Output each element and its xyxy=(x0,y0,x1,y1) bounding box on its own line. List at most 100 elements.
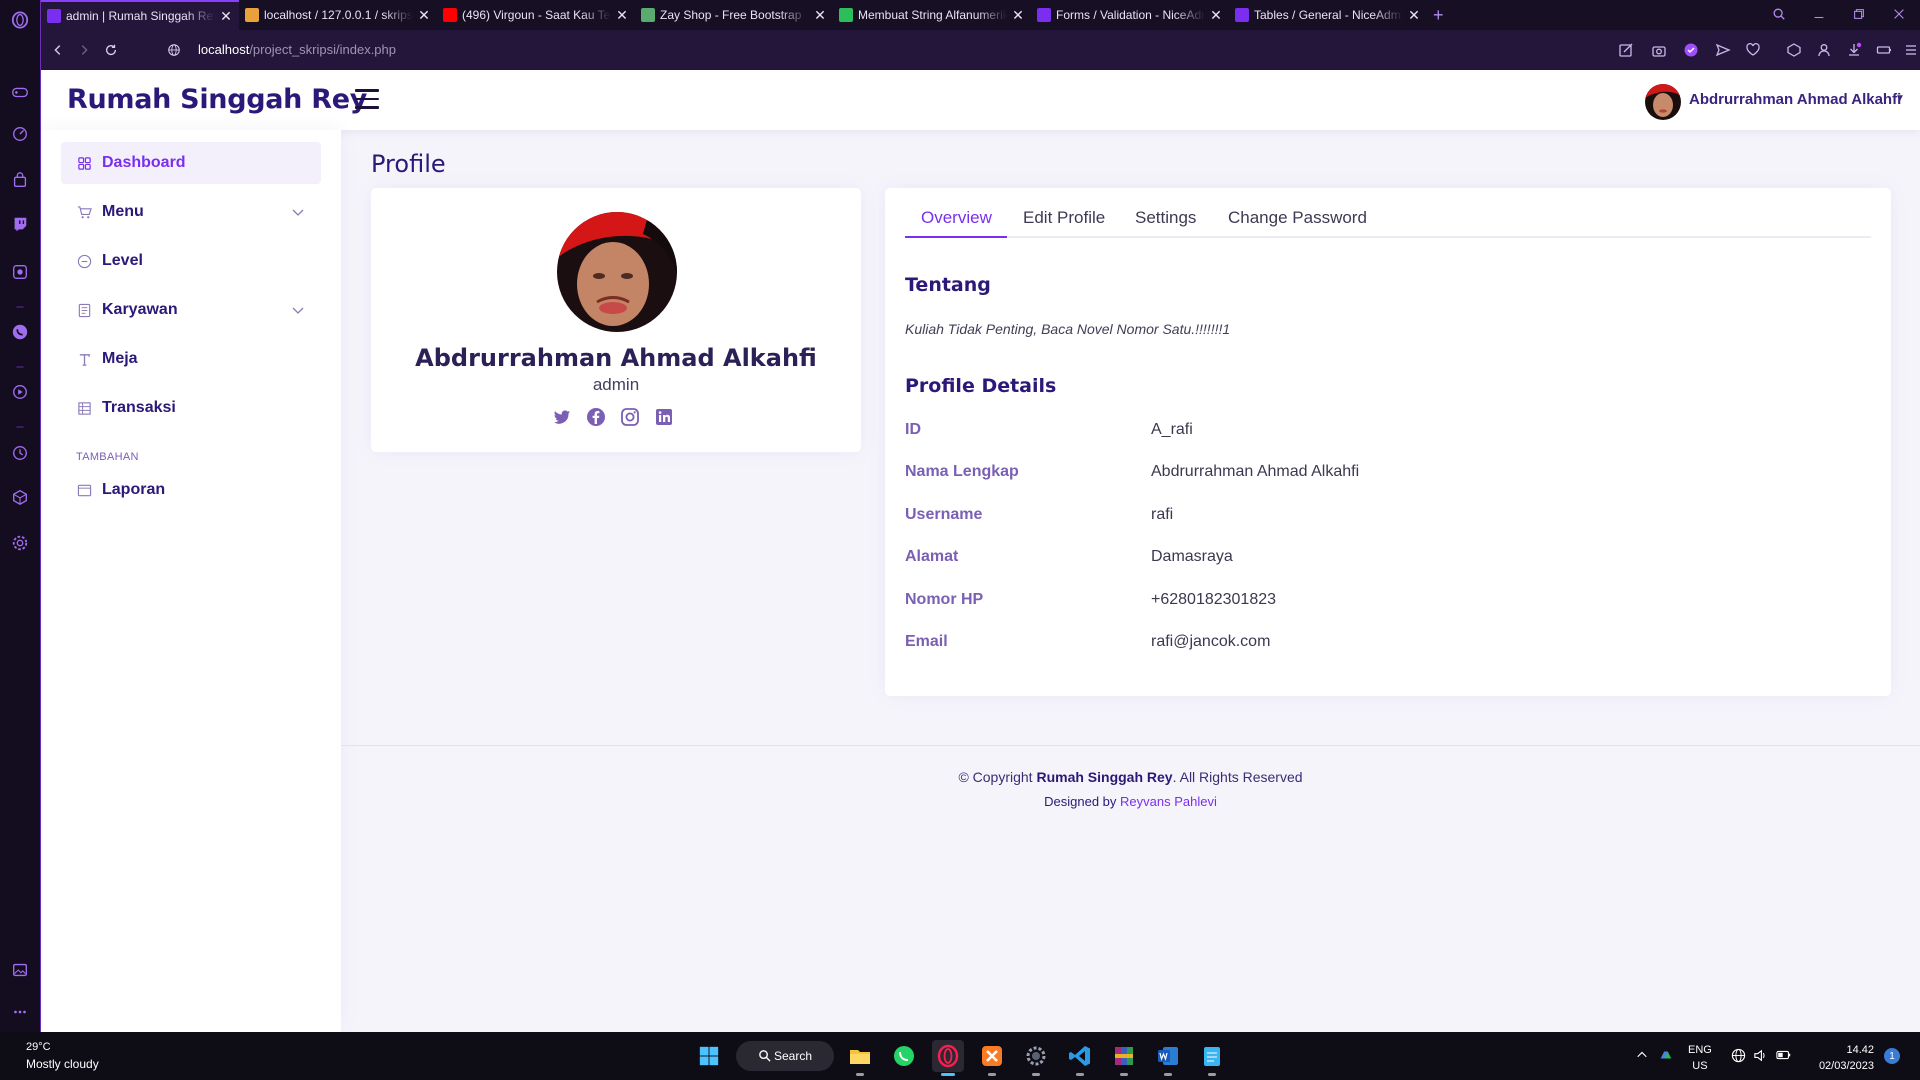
search-tabs-icon[interactable] xyxy=(1771,6,1787,22)
clock-date: 02/03/2023 xyxy=(1818,1060,1874,1072)
xampp-icon[interactable] xyxy=(976,1040,1008,1076)
new-tab-button[interactable]: + xyxy=(1433,5,1444,26)
close-icon[interactable]: ✕ xyxy=(615,7,629,24)
sidebar-item-label: Transaksi xyxy=(102,399,176,416)
close-window-icon[interactable] xyxy=(1891,6,1907,22)
notification-badge[interactable]: 1 xyxy=(1884,1048,1900,1064)
sidebar-item-karyawan[interactable]: Karyawan xyxy=(61,289,321,331)
chevron-up-icon[interactable] xyxy=(1634,1047,1650,1063)
clock[interactable]: 14.42 02/03/2023 xyxy=(1810,1042,1874,1074)
start-windows-icon[interactable] xyxy=(693,1040,725,1072)
detail-value: A_rafi xyxy=(1151,421,1193,438)
download-icon[interactable] xyxy=(1845,41,1863,59)
browser-tab[interactable]: admin | Rumah Singgah Rey ✕ xyxy=(41,0,239,30)
more-icon[interactable] xyxy=(10,1002,30,1022)
sidebar-item-laporan[interactable]: Laporan xyxy=(61,469,321,511)
tab-settings[interactable]: Settings xyxy=(1135,208,1196,238)
file-explorer-icon[interactable] xyxy=(844,1040,876,1076)
taskbar-search[interactable]: Search xyxy=(736,1041,834,1071)
detail-label: Nomor HP xyxy=(905,591,984,608)
sidebar-item-level[interactable]: Level xyxy=(61,240,321,282)
browser-tab[interactable]: (496) Virgoun - Saat Kau Telah Mengerti … xyxy=(437,0,635,30)
winrar-icon[interactable] xyxy=(1108,1040,1140,1076)
sidebar-item-meja[interactable]: Meja xyxy=(61,338,321,380)
bag-icon[interactable] xyxy=(10,170,30,190)
tab-overview[interactable]: Overview xyxy=(905,208,1007,238)
opera-gx-icon[interactable] xyxy=(932,1040,964,1076)
caret-down-icon[interactable]: ▼ xyxy=(1895,93,1905,104)
footer-credits: Designed by Reyvans Pahlevi xyxy=(341,794,1920,809)
designer-link[interactable]: Reyvans Pahlevi xyxy=(1120,794,1217,809)
close-icon[interactable]: ✕ xyxy=(813,7,827,24)
site-info-icon[interactable] xyxy=(165,41,183,59)
browser-tab[interactable]: Membuat String Alfanumerik ✕ xyxy=(833,0,1031,30)
hamburger-menu-icon[interactable] xyxy=(355,89,379,111)
cube-icon[interactable] xyxy=(10,487,30,507)
tab-change-password[interactable]: Change Password xyxy=(1228,208,1367,238)
sidebar-item-dashboard[interactable]: Dashboard xyxy=(61,142,321,184)
user-name[interactable]: Abdrurrahman Ahmad Alkahfi xyxy=(1689,91,1901,108)
browser-tab[interactable]: Forms / Validation - NiceAdmin ✕ xyxy=(1031,0,1229,30)
vpn-shield-icon[interactable] xyxy=(1682,41,1700,59)
history-icon[interactable] xyxy=(10,443,30,463)
running-indicator xyxy=(1120,1073,1128,1076)
sidebar-item-menu[interactable]: Menu xyxy=(61,191,321,233)
weather-description[interactable]: Mostly cloudy xyxy=(26,1057,99,1071)
menu-icon[interactable] xyxy=(1902,41,1920,59)
close-icon[interactable]: ✕ xyxy=(219,8,233,25)
browser-tab[interactable]: Zay Shop - Free Bootstrap ✕ xyxy=(635,0,833,30)
instagram-icon[interactable] xyxy=(619,406,641,428)
sidebar-item-transaksi[interactable]: Transaksi xyxy=(61,387,321,429)
extensions-cube-icon[interactable] xyxy=(1785,41,1803,59)
volume-icon[interactable] xyxy=(1752,1047,1768,1063)
vscode-icon[interactable] xyxy=(1064,1040,1096,1076)
restore-icon[interactable] xyxy=(1851,6,1867,22)
brand-logo[interactable]: Rumah Singgah Rey xyxy=(67,84,367,115)
whatsapp-icon[interactable] xyxy=(10,322,30,342)
close-icon[interactable]: ✕ xyxy=(1407,7,1421,24)
language-indicator[interactable]: ENG US xyxy=(1688,1042,1712,1074)
send-icon[interactable] xyxy=(1714,41,1732,59)
avatar[interactable] xyxy=(1645,84,1681,120)
settings-gear-icon[interactable] xyxy=(10,533,30,553)
tab-edit-profile[interactable]: Edit Profile xyxy=(1023,208,1105,238)
speedometer-icon[interactable] xyxy=(10,124,30,144)
camera-icon[interactable] xyxy=(1650,41,1668,59)
settings-gear-icon[interactable] xyxy=(1020,1040,1052,1076)
gamepad-icon[interactable] xyxy=(10,82,30,102)
sidebar-item-label: Dashboard xyxy=(102,154,186,171)
close-icon[interactable]: ✕ xyxy=(1209,7,1223,24)
twitter-icon[interactable] xyxy=(551,406,573,428)
twitch-icon[interactable] xyxy=(10,214,30,234)
dash-circle-icon xyxy=(76,253,92,269)
forward-icon[interactable] xyxy=(75,41,93,59)
heart-icon[interactable] xyxy=(1744,41,1762,59)
address-input[interactable]: localhost/project_skripsi/index.php xyxy=(198,42,396,57)
close-icon[interactable]: ✕ xyxy=(1011,7,1025,24)
easy-setup-icon[interactable] xyxy=(1617,41,1635,59)
player-icon[interactable] xyxy=(10,382,30,402)
linkedin-icon[interactable] xyxy=(653,406,675,428)
battery-saver-icon[interactable] xyxy=(1875,41,1893,59)
back-icon[interactable] xyxy=(49,41,67,59)
cart-icon xyxy=(76,204,92,220)
battery-icon[interactable] xyxy=(1776,1047,1792,1063)
facebook-icon[interactable] xyxy=(585,406,607,428)
notepad-icon[interactable] xyxy=(1196,1040,1228,1076)
word-icon[interactable] xyxy=(1152,1040,1184,1076)
detail-label: Username xyxy=(905,506,983,523)
messenger-icon[interactable] xyxy=(10,262,30,282)
network-globe-icon[interactable] xyxy=(1730,1047,1746,1063)
drive-sync-icon[interactable] xyxy=(1658,1047,1674,1063)
reload-icon[interactable] xyxy=(102,41,120,59)
weather-temperature[interactable]: 29°C xyxy=(26,1041,51,1053)
profile-icon[interactable] xyxy=(1815,41,1833,59)
gallery-icon[interactable] xyxy=(10,960,30,980)
minimize-icon[interactable] xyxy=(1811,6,1827,22)
whatsapp-icon[interactable] xyxy=(888,1040,920,1072)
sidebar-item-label: Meja xyxy=(102,350,138,367)
browser-tab[interactable]: localhost / 127.0.0.1 / skripsi ✕ xyxy=(239,0,437,30)
opera-logo-icon[interactable] xyxy=(10,10,30,30)
close-icon[interactable]: ✕ xyxy=(417,7,431,24)
browser-tab[interactable]: Tables / General - NiceAdmin ✕ xyxy=(1229,0,1427,30)
